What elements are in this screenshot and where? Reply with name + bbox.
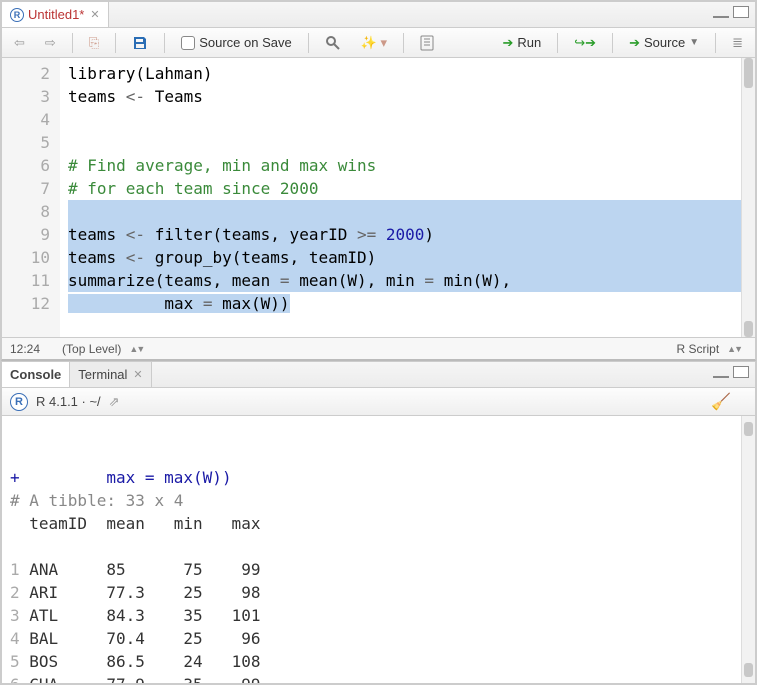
code-line[interactable] bbox=[68, 108, 755, 131]
separator bbox=[612, 33, 613, 53]
source-on-save-label: Source on Save bbox=[199, 35, 292, 50]
back-button[interactable]: ⇦ bbox=[8, 33, 31, 53]
code-line[interactable]: # Find average, min and max wins bbox=[68, 154, 755, 177]
notebook-icon bbox=[420, 35, 434, 51]
editor-scrollbar[interactable] bbox=[741, 58, 755, 337]
scroll-down-arrow[interactable] bbox=[744, 321, 753, 337]
console-pane: Console Terminal ✕ R R 4.1.1 · ~/ ⇗ 🧹 + … bbox=[1, 361, 756, 684]
code-line[interactable]: teams <- filter(teams, yearID >= 2000) bbox=[68, 223, 755, 246]
tibble-header: # A tibble: 33 x 4 bbox=[10, 489, 747, 512]
source-tab-label: Untitled1* bbox=[28, 7, 84, 22]
separator bbox=[557, 33, 558, 53]
rerun-button[interactable]: ↪➔ bbox=[568, 33, 602, 53]
scroll-up-arrow[interactable] bbox=[744, 58, 753, 88]
separator bbox=[72, 33, 73, 53]
source-toolbar: ⇦ ⇨ ⎘ Source on Save ✨ ▾ ➔ Run ↪➔ ➔ bbox=[2, 28, 755, 58]
console-tabbar: Console Terminal ✕ bbox=[2, 362, 755, 388]
source-tabbar: R Untitled1* ✕ bbox=[2, 2, 755, 28]
checkbox-icon bbox=[181, 36, 195, 50]
close-icon[interactable]: ✕ bbox=[90, 8, 99, 21]
save-icon bbox=[132, 35, 148, 51]
console-header: R R 4.1.1 · ~/ ⇗ 🧹 bbox=[2, 388, 755, 416]
console-output[interactable]: + max = max(W))# A tibble: 33 x 4 teamID… bbox=[2, 416, 755, 683]
run-arrow-icon: ➔ bbox=[503, 35, 514, 51]
scope-selector[interactable]: (Top Level) ▲▼ bbox=[56, 340, 149, 358]
cursor-position: 12:24 bbox=[10, 342, 40, 356]
source-tab-untitled1[interactable]: R Untitled1* ✕ bbox=[2, 2, 109, 27]
pane-window-controls bbox=[713, 6, 749, 18]
search-icon bbox=[325, 35, 341, 51]
column-headers: teamID mean min max bbox=[10, 512, 747, 535]
source-menu-button[interactable]: ➔ Source ▼ bbox=[623, 33, 705, 53]
session-arrow-icon[interactable]: ⇗ bbox=[109, 394, 120, 410]
maximize-icon[interactable] bbox=[733, 366, 749, 378]
code-line[interactable]: max = max(W)) bbox=[68, 292, 755, 315]
table-row: 1 ANA 85 75 99 bbox=[10, 558, 747, 581]
separator bbox=[164, 33, 165, 53]
close-icon[interactable]: ✕ bbox=[133, 368, 142, 381]
forward-button[interactable]: ⇨ bbox=[39, 33, 62, 53]
separator bbox=[403, 33, 404, 53]
minimize-icon[interactable] bbox=[713, 374, 729, 378]
code-line[interactable] bbox=[68, 200, 755, 223]
code-line[interactable]: # for each team since 2000 bbox=[68, 177, 755, 200]
save-button[interactable] bbox=[126, 33, 154, 53]
separator bbox=[115, 33, 116, 53]
console-echo: + max = max(W)) bbox=[10, 466, 747, 489]
code-line[interactable]: library(Lahman) bbox=[68, 62, 755, 85]
language-label: R Script bbox=[676, 342, 719, 356]
table-row: 3 ATL 84.3 35 101 bbox=[10, 604, 747, 627]
console-scrollbar[interactable] bbox=[741, 416, 755, 683]
code-tools-button[interactable]: ✨ ▾ bbox=[355, 33, 393, 53]
language-selector[interactable]: R Script ▲▼ bbox=[670, 340, 747, 358]
console-tab-label: Console bbox=[10, 367, 61, 382]
source-statusbar: 12:24 (Top Level) ▲▼ R Script ▲▼ bbox=[2, 337, 755, 359]
source-on-save-toggle[interactable]: Source on Save bbox=[175, 33, 298, 52]
table-row: 4 BAL 70.4 25 96 bbox=[10, 627, 747, 650]
column-types bbox=[10, 535, 747, 558]
code-line[interactable]: teams <- group_by(teams, teamID) bbox=[68, 246, 755, 269]
r-session-label: R 4.1.1 · ~/ bbox=[36, 394, 101, 409]
terminal-tab-label: Terminal bbox=[78, 367, 127, 382]
table-row: 2 ARI 77.3 25 98 bbox=[10, 581, 747, 604]
pane-window-controls bbox=[713, 366, 749, 378]
maximize-icon[interactable] bbox=[733, 6, 749, 18]
table-row: 5 BOS 86.5 24 108 bbox=[10, 650, 747, 673]
minimize-icon[interactable] bbox=[713, 14, 729, 18]
terminal-tab[interactable]: Terminal ✕ bbox=[70, 362, 151, 387]
chevron-down-icon: ▼ bbox=[689, 37, 699, 48]
scroll-up-arrow[interactable] bbox=[744, 422, 753, 436]
console-tab[interactable]: Console bbox=[2, 362, 70, 387]
code-area[interactable]: library(Lahman)teams <- Teams # Find ave… bbox=[60, 58, 755, 337]
updown-icon: ▲▼ bbox=[129, 344, 143, 354]
run-label: Run bbox=[517, 35, 541, 50]
r-logo-icon: R bbox=[10, 393, 28, 411]
separator bbox=[308, 33, 309, 53]
line-number-gutter: 23456789101112 bbox=[2, 58, 60, 337]
code-line[interactable]: teams <- Teams bbox=[68, 85, 755, 108]
find-button[interactable] bbox=[319, 33, 347, 53]
scroll-down-arrow[interactable] bbox=[744, 663, 753, 677]
clear-console-button[interactable]: 🧹 bbox=[711, 392, 731, 412]
table-row: 6 CHA 77.9 35 99 bbox=[10, 673, 747, 683]
source-pane: R Untitled1* ✕ ⇦ ⇨ ⎘ Source on Save ✨ ▾ bbox=[1, 1, 756, 361]
source-btn-label: Source bbox=[644, 35, 685, 50]
source-arrow-icon: ➔ bbox=[629, 35, 640, 51]
separator bbox=[715, 33, 716, 53]
code-line[interactable]: summarize(teams, mean = mean(W), min = m… bbox=[68, 269, 755, 292]
show-in-new-window-button[interactable]: ⎘ bbox=[83, 33, 105, 53]
compile-report-button[interactable] bbox=[414, 33, 440, 53]
run-button[interactable]: ➔ Run bbox=[497, 33, 548, 53]
code-line[interactable] bbox=[68, 131, 755, 154]
editor-body[interactable]: 23456789101112 library(Lahman)teams <- T… bbox=[2, 58, 755, 337]
updown-icon: ▲▼ bbox=[727, 344, 741, 354]
outline-button[interactable]: ≣ bbox=[726, 33, 749, 53]
scope-label: (Top Level) bbox=[62, 342, 121, 356]
r-file-icon: R bbox=[10, 8, 24, 22]
